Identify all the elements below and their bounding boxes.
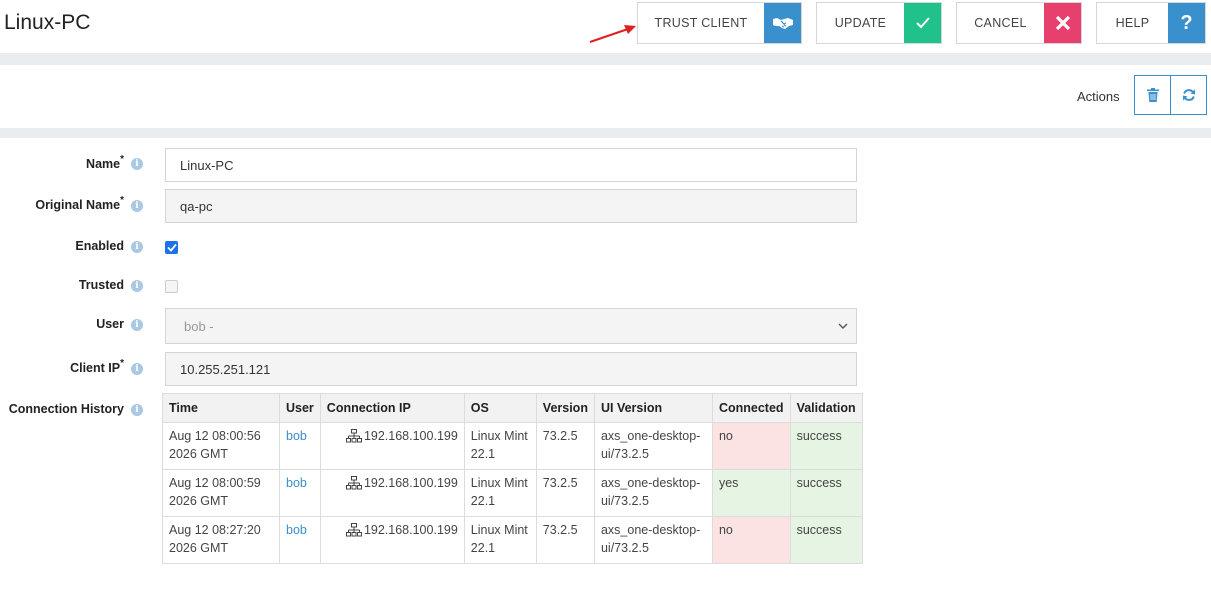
- delete-button[interactable]: [1134, 75, 1171, 115]
- original-name-label: Original Name*: [35, 195, 124, 212]
- cell-time: Aug 12 08:00:59 2026 GMT: [162, 469, 280, 517]
- client-ip-field: 10.255.251.121: [165, 352, 857, 386]
- info-icon[interactable]: i: [131, 404, 143, 416]
- actions-bar: Actions: [0, 65, 1211, 128]
- help-label: HELP: [1115, 16, 1150, 30]
- chevron-down-icon: [838, 323, 848, 329]
- col-header-time: Time: [162, 393, 280, 423]
- page-header: Linux-PC TRUST CLIENT UPDATE CANCEL HELP…: [0, 0, 1211, 53]
- trusted-checkbox[interactable]: [165, 280, 178, 293]
- separator-band: [0, 53, 1211, 65]
- cell-connected: no: [711, 516, 791, 564]
- name-label: Name*: [86, 154, 124, 171]
- cell-version: 73.2.5: [535, 422, 595, 470]
- user-select-value: bob -: [184, 318, 214, 334]
- trust-client-button[interactable]: TRUST CLIENT: [637, 2, 802, 44]
- col-header-connection-ip: Connection IP: [319, 393, 465, 423]
- col-header-connected: Connected: [711, 393, 791, 423]
- cell-version: 73.2.5: [535, 469, 595, 517]
- check-icon: [904, 3, 941, 43]
- user-link[interactable]: bob: [286, 523, 307, 537]
- cell-connection-ip: 192.168.100.199: [363, 523, 458, 537]
- table-row: Aug 12 08:27:20 2026 GMT bob 192.168.100…: [162, 516, 863, 564]
- handshake-icon: [764, 3, 801, 43]
- enabled-label: Enabled: [75, 239, 124, 253]
- cancel-button[interactable]: CANCEL: [956, 2, 1082, 44]
- connection-history-table: Time User Connection IP OS Version UI Ve…: [162, 393, 863, 564]
- table-row: Aug 12 08:00:59 2026 GMT bob 192.168.100…: [162, 469, 863, 517]
- col-header-ui-version: UI Version: [593, 393, 713, 423]
- col-header-user: User: [279, 393, 321, 423]
- cell-time: Aug 12 08:27:20 2026 GMT: [162, 516, 280, 564]
- cell-ui-version: axs_one-desktop-ui/73.2.5: [593, 422, 713, 470]
- help-button[interactable]: HELP ?: [1096, 2, 1206, 44]
- user-select[interactable]: bob -: [165, 308, 857, 344]
- info-icon[interactable]: i: [131, 363, 143, 375]
- info-icon[interactable]: i: [131, 319, 143, 331]
- cell-os: Linux Mint 22.1: [463, 422, 537, 470]
- question-icon: ?: [1168, 3, 1205, 43]
- original-name-field: qa-pc: [165, 189, 857, 223]
- client-ip-label: Client IP*: [70, 358, 124, 375]
- trust-client-label: TRUST CLIENT: [654, 16, 748, 30]
- info-icon[interactable]: i: [131, 280, 143, 292]
- info-icon[interactable]: i: [131, 200, 143, 212]
- cell-version: 73.2.5: [535, 516, 595, 564]
- cell-os: Linux Mint 22.1: [463, 469, 537, 517]
- cell-validation: success: [789, 422, 863, 470]
- trusted-label: Trusted: [78, 278, 124, 292]
- cell-time: Aug 12 08:00:56 2026 GMT: [162, 422, 280, 470]
- user-link[interactable]: bob: [286, 429, 307, 443]
- trash-icon: [1146, 88, 1159, 102]
- separator-band: [0, 128, 1211, 138]
- col-header-os: OS: [463, 393, 537, 423]
- cell-ui-version: axs_one-desktop-ui/73.2.5: [593, 469, 713, 517]
- table-row: Aug 12 08:00:56 2026 GMT bob 192.168.100…: [162, 422, 863, 470]
- name-input[interactable]: Linux-PC: [165, 148, 857, 182]
- cell-connection-ip: 192.168.100.199: [363, 476, 458, 490]
- refresh-icon: [1182, 89, 1195, 101]
- table-header-row: Time User Connection IP OS Version UI Ve…: [162, 393, 863, 423]
- user-link[interactable]: bob: [286, 476, 307, 490]
- cell-connected: no: [711, 422, 791, 470]
- cell-connected: yes: [711, 469, 791, 517]
- info-icon[interactable]: i: [131, 241, 143, 253]
- info-icon[interactable]: i: [131, 158, 143, 170]
- cancel-label: CANCEL: [974, 16, 1027, 30]
- page-title: Linux-PC: [4, 11, 91, 34]
- enabled-checkbox[interactable]: [165, 241, 178, 254]
- red-arrow-annotation: [589, 25, 636, 43]
- actions-label: Actions: [1077, 89, 1120, 104]
- cell-validation: success: [789, 469, 863, 517]
- network-icon: [345, 476, 362, 490]
- cell-ui-version: axs_one-desktop-ui/73.2.5: [593, 516, 713, 564]
- x-icon: [1044, 3, 1081, 43]
- cell-os: Linux Mint 22.1: [463, 516, 537, 564]
- network-icon: [345, 523, 362, 537]
- connection-history-label: Connection History: [8, 402, 124, 416]
- network-icon: [345, 429, 362, 443]
- refresh-button[interactable]: [1170, 75, 1207, 115]
- user-label: User: [96, 317, 124, 331]
- cell-connection-ip: 192.168.100.199: [363, 429, 458, 443]
- update-button[interactable]: UPDATE: [816, 2, 942, 44]
- col-header-validation: Validation: [789, 393, 863, 423]
- col-header-version: Version: [535, 393, 595, 423]
- cell-validation: success: [789, 516, 863, 564]
- update-label: UPDATE: [834, 16, 887, 30]
